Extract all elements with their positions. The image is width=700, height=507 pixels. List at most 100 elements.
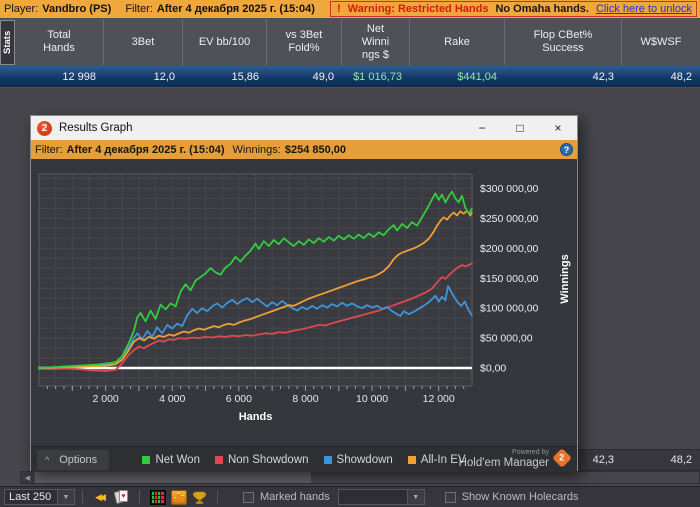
- filter-label: Filter:: [125, 3, 153, 15]
- results-graph-window: 2 Results Graph − □ × Filter: After 4 де…: [30, 115, 578, 472]
- toolbar-divider: [217, 490, 218, 504]
- cell-total-hands: 12 998: [62, 70, 96, 83]
- graph-filter-bar: Filter: After 4 декабря 2025 г. (15:04) …: [31, 140, 577, 159]
- restricted-hands-warning: ! Warning: Restricted Hands No Omaha han…: [330, 1, 700, 17]
- svg-text:4 000: 4 000: [159, 393, 185, 405]
- hand-range-select[interactable]: Last 250 ▼: [4, 489, 75, 505]
- options-label: Options: [59, 454, 98, 466]
- warning-exclamation-icon: !: [337, 3, 341, 15]
- legend-item-non-showdown: Non Showdown: [214, 454, 309, 466]
- graph-button[interactable]: [170, 489, 187, 505]
- options-button[interactable]: ^ Options: [37, 450, 110, 470]
- col-header-flop-cbet[interactable]: Flop CBet% Success: [505, 19, 622, 65]
- scrollbar-thumb[interactable]: [35, 472, 311, 483]
- tournament-results-button[interactable]: [191, 489, 208, 505]
- double-left-arrows-icon: ◀◀: [95, 491, 106, 502]
- bottom-toolbar: Last 250 ▼ ◀◀ ♥ Marked hands ▼ Show Know…: [0, 486, 700, 507]
- close-button[interactable]: ×: [539, 117, 577, 139]
- chevron-down-icon[interactable]: ▼: [58, 489, 75, 505]
- cell-ev-bb100: 15,86: [231, 70, 259, 83]
- hand-history-button[interactable]: ♥: [113, 489, 130, 505]
- bar-chart-icon: [170, 489, 187, 505]
- svg-text:$200 000,00: $200 000,00: [480, 243, 539, 255]
- marked-hands-checkbox[interactable]: [243, 491, 254, 503]
- legend-item-all-in-ev: All-In EV: [407, 454, 466, 466]
- hm2-logo-icon: 2: [37, 120, 52, 136]
- legend-swatch-orange: [407, 456, 416, 464]
- show-known-holecards-checkbox[interactable]: [444, 491, 456, 503]
- marked-hands-select[interactable]: ▼: [337, 489, 425, 505]
- graph-bottom-bar: ^ Options Net Won Non Showdown Showdown: [31, 446, 577, 472]
- totals-flop-cbet: 42,3: [592, 454, 614, 466]
- legend-swatch-green: [142, 456, 151, 464]
- svg-text:8 000: 8 000: [292, 393, 318, 405]
- legend-swatch-red: [214, 456, 223, 464]
- chart-canvas: 2 000 4 000 6 000 8 000 10 000 12 000 Hands $0,…: [38, 173, 571, 423]
- cell-3bet: 12,0: [153, 70, 175, 83]
- svg-text:Winnings: Winnings: [559, 254, 571, 303]
- col-header-3bet[interactable]: 3Bet: [104, 19, 183, 65]
- col-header-vs-3bet-fold[interactable]: vs 3Bet Fold%: [267, 19, 342, 65]
- holdem-manager-text: Hold'em Manager: [458, 457, 549, 469]
- legend-item-showdown: Showdown: [323, 454, 393, 466]
- top-status-bar: Player: Vandbro (PS) Filter: After 4 дек…: [0, 0, 700, 18]
- cell-wswsf: 48,2: [670, 70, 692, 83]
- cell-net-winnings: $1 016,73: [353, 70, 402, 83]
- svg-text:2 000: 2 000: [92, 393, 118, 405]
- warning-title: Warning: Restricted Hands: [347, 3, 489, 15]
- trophy-icon: [193, 491, 206, 504]
- help-icon[interactable]: ?: [560, 143, 573, 156]
- chevron-down-icon[interactable]: ▼: [407, 489, 425, 505]
- hand-range-value[interactable]: Last 250: [4, 489, 58, 505]
- stats-vertical-tab[interactable]: Stats: [0, 20, 15, 65]
- cell-rake: $441,04: [457, 70, 497, 83]
- marked-hands-select-value[interactable]: [337, 489, 408, 505]
- warning-detail: No Omaha hands.: [495, 3, 589, 15]
- card-heart-icon: ♥: [119, 490, 128, 502]
- stats-header-row: Total Hands 3Bet EV bb/100 vs 3Bet Fold%…: [15, 19, 700, 65]
- scroll-left-arrow-icon[interactable]: ◀: [21, 472, 34, 483]
- winnings-label: Winnings:: [232, 143, 281, 156]
- winnings-value: $254 850,00: [284, 143, 347, 156]
- maximize-button[interactable]: □: [501, 117, 539, 139]
- svg-text:$0,00: $0,00: [480, 363, 506, 375]
- horizontal-scrollbar[interactable]: ◀: [20, 471, 700, 484]
- svg-text:$300 000,00: $300 000,00: [480, 183, 539, 195]
- show-known-holecards-label: Show Known Holecards: [461, 491, 579, 503]
- player-label: Player:: [4, 3, 39, 15]
- app-screen: Player: Vandbro (PS) Filter: After 4 дек…: [0, 0, 700, 507]
- graph-filter-value: After 4 декабря 2025 г. (15:04): [66, 143, 225, 156]
- totals-wswsf: 48,2: [670, 454, 692, 466]
- col-header-wswsf[interactable]: W$WSF: [622, 19, 700, 65]
- filter-value: After 4 декабря 2025 г. (15:04): [156, 3, 315, 15]
- svg-text:$100 000,00: $100 000,00: [480, 303, 539, 315]
- svg-text:12 000: 12 000: [423, 393, 455, 405]
- col-header-rake[interactable]: Rake: [410, 19, 505, 65]
- stats-data-row[interactable]: 12 998 12,0 15,86 49,0 $1 016,73 $441,04…: [0, 66, 700, 87]
- marked-hands-label: Marked hands: [260, 491, 330, 503]
- svg-text:$150 000,00: $150 000,00: [480, 273, 539, 285]
- unlock-link[interactable]: Click here to unlock: [596, 3, 692, 15]
- hand-range-grid-button[interactable]: [149, 489, 166, 505]
- svg-text:6 000: 6 000: [226, 393, 252, 405]
- window-title: Results Graph: [59, 122, 133, 134]
- legend-swatch-blue: [323, 456, 332, 464]
- svg-text:$50 000,00: $50 000,00: [480, 333, 533, 345]
- player-value: Vandbro (PS): [42, 3, 112, 15]
- col-header-net-winnings[interactable]: Net Winni ngs $: [342, 19, 410, 65]
- powered-by-branding: Powered by Hold'em Manager 2: [458, 448, 572, 469]
- results-chart: 2 000 4 000 6 000 8 000 10 000 12 000 Hands $0,…: [31, 159, 577, 446]
- range-matrix-icon: [149, 489, 166, 505]
- legend-item-net-won: Net Won: [142, 454, 200, 466]
- col-header-ev-bb100[interactable]: EV bb/100: [183, 19, 267, 65]
- col-header-total-hands[interactable]: Total Hands: [15, 19, 104, 65]
- cell-flop-cbet: 42,3: [592, 70, 614, 83]
- toolbar-divider: [82, 490, 83, 504]
- svg-text:$250 000,00: $250 000,00: [480, 213, 539, 225]
- stats-strip: Stats Total Hands 3Bet EV bb/100 vs 3Bet…: [0, 18, 700, 88]
- replay-hands-button[interactable]: ◀◀: [92, 489, 109, 505]
- svg-text:Hands: Hands: [239, 411, 273, 423]
- window-title-bar[interactable]: 2 Results Graph − □ ×: [31, 116, 577, 140]
- minimize-button[interactable]: −: [463, 117, 501, 139]
- cell-vs-3bet-fold: 49,0: [312, 70, 334, 83]
